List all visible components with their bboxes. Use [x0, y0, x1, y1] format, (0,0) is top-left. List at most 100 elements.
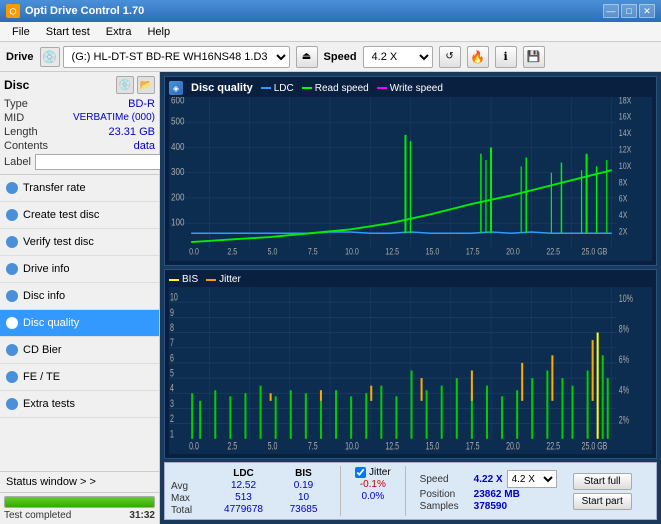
- sidebar-item-cd-bier[interactable]: CD Bier: [0, 337, 159, 364]
- maximize-button[interactable]: □: [621, 4, 637, 18]
- sidebar-item-disc-quality[interactable]: Disc quality: [0, 310, 159, 337]
- status-section: Status window > > Test completed 31:32: [0, 471, 159, 524]
- sidebar-item-disc-info[interactable]: Disc info: [0, 283, 159, 310]
- sidebar-item-create-test-disc[interactable]: Create test disc: [0, 202, 159, 229]
- max-label: Max: [171, 493, 206, 504]
- svg-text:10: 10: [170, 291, 178, 303]
- start-full-button[interactable]: Start full: [573, 473, 632, 490]
- status-window-button[interactable]: Status window > >: [0, 472, 159, 493]
- svg-text:25.0 GB: 25.0 GB: [582, 440, 608, 452]
- nav-items: Transfer rate Create test disc Verify te…: [0, 175, 159, 471]
- svg-text:12X: 12X: [619, 145, 632, 155]
- svg-text:9: 9: [170, 306, 174, 318]
- main-layout: Disc 💿 📂 Type BD-R MID VERBATIMe (000) L…: [0, 72, 661, 524]
- menu-file[interactable]: File: [4, 24, 38, 40]
- sidebar-item-verify-test-disc[interactable]: Verify test disc: [0, 229, 159, 256]
- extra-tests-icon: [6, 398, 18, 410]
- speed-value: 4.22 X: [474, 474, 503, 485]
- svg-text:8X: 8X: [619, 178, 628, 188]
- quality-chart-svg: 600 500 400 300 200 100 18X 16X 14X 12X …: [169, 97, 652, 261]
- disc-info-icon: [6, 290, 18, 302]
- sidebar-item-transfer-rate[interactable]: Transfer rate: [0, 175, 159, 202]
- progress-area: Test completed 31:32: [0, 493, 159, 524]
- stats-ldc-col: LDC 12.52 513 4779678: [216, 468, 271, 515]
- drive-selector[interactable]: (G:) HL-DT-ST BD-RE WH16NS48 1.D3: [63, 46, 290, 68]
- svg-text:6X: 6X: [619, 194, 628, 204]
- stats-divider-1: [340, 466, 341, 516]
- disc-contents-label: Contents: [4, 140, 48, 152]
- cd-bier-icon: [6, 344, 18, 356]
- menu-start-test[interactable]: Start test: [38, 24, 98, 40]
- svg-text:18X: 18X: [619, 97, 632, 106]
- progress-text: Test completed: [4, 510, 71, 521]
- drive-label: Drive: [6, 51, 34, 63]
- start-part-button[interactable]: Start part: [573, 493, 632, 510]
- svg-text:8: 8: [170, 322, 174, 334]
- disc-label-input[interactable]: [35, 154, 169, 170]
- menu-bar: File Start test Extra Help: [0, 22, 661, 42]
- fe-te-icon: [6, 371, 18, 383]
- sidebar: Disc 💿 📂 Type BD-R MID VERBATIMe (000) L…: [0, 72, 160, 524]
- app-title: Opti Drive Control 1.70: [25, 5, 144, 17]
- svg-text:4X: 4X: [619, 210, 628, 220]
- close-button[interactable]: ✕: [639, 4, 655, 18]
- jitter-legend-dot: [206, 279, 216, 281]
- speed-selector[interactable]: 4.2 X: [363, 46, 433, 68]
- disc-quality-icon: [6, 317, 18, 329]
- svg-text:600: 600: [171, 97, 184, 106]
- sidebar-item-extra-tests[interactable]: Extra tests: [0, 391, 159, 418]
- svg-text:12.5: 12.5: [385, 440, 399, 452]
- svg-text:22.5: 22.5: [546, 440, 560, 452]
- svg-text:2: 2: [170, 413, 174, 425]
- svg-text:300: 300: [171, 166, 184, 177]
- burn-button[interactable]: 🔥: [467, 46, 489, 68]
- svg-text:10.0: 10.0: [345, 440, 359, 452]
- speed-dropdown[interactable]: 4.2 X: [507, 470, 557, 488]
- sidebar-item-fe-te[interactable]: FE / TE: [0, 364, 159, 391]
- disc-panel: Disc 💿 📂 Type BD-R MID VERBATIMe (000) L…: [0, 72, 159, 175]
- disc-mid-label: MID: [4, 112, 24, 124]
- progress-time: 31:32: [129, 510, 155, 521]
- refresh-button[interactable]: ↺: [439, 46, 461, 68]
- jitter-checkbox[interactable]: [355, 467, 366, 478]
- disc-open-btn[interactable]: 📂: [137, 76, 155, 94]
- app-icon: ⬡: [6, 4, 20, 18]
- fe-te-label: FE / TE: [23, 371, 60, 383]
- svg-text:3: 3: [170, 398, 174, 410]
- ldc-legend-label: LDC: [274, 83, 294, 94]
- disc-contents-value: data: [134, 140, 155, 152]
- eject-button[interactable]: ⏏: [296, 46, 318, 68]
- speed-label: Speed: [324, 51, 357, 63]
- disc-section-title: Disc: [4, 78, 29, 92]
- svg-text:20.0: 20.0: [506, 440, 520, 452]
- save-button[interactable]: 💾: [523, 46, 545, 68]
- content-area: ◈ Disc quality LDC Read speed Write spee…: [160, 72, 661, 524]
- menu-help[interactable]: Help: [139, 24, 178, 40]
- minimize-button[interactable]: —: [603, 4, 619, 18]
- svg-text:2%: 2%: [619, 414, 629, 426]
- total-label: Total: [171, 505, 206, 516]
- chart-panel-icon: ◈: [169, 81, 183, 95]
- verify-test-disc-icon: [6, 236, 18, 248]
- svg-text:8%: 8%: [619, 323, 629, 335]
- info-button[interactable]: ℹ: [495, 46, 517, 68]
- stats-row-labels: Avg Max Total: [171, 466, 206, 516]
- samples-label: Samples: [420, 501, 470, 512]
- sidebar-item-drive-info[interactable]: Drive info: [0, 256, 159, 283]
- svg-text:5.0: 5.0: [268, 247, 278, 257]
- stats-bis-col: BIS 0.19 10 73685: [281, 468, 326, 515]
- jitter-legend-label: Jitter: [219, 274, 241, 285]
- svg-text:400: 400: [171, 141, 184, 152]
- avg-label: Avg: [171, 481, 206, 492]
- menu-extra[interactable]: Extra: [98, 24, 140, 40]
- progress-bar-inner: [5, 497, 154, 507]
- svg-text:5: 5: [170, 367, 174, 379]
- progress-bar-outer: [4, 496, 155, 508]
- speed-position-section: Speed 4.22 X 4.2 X Position 23862 MB Sam…: [420, 470, 557, 512]
- avg-ldc: 12.52: [216, 480, 271, 491]
- disc-icon-btn[interactable]: 💿: [116, 76, 134, 94]
- svg-text:6%: 6%: [619, 353, 629, 365]
- svg-text:2.5: 2.5: [227, 247, 237, 257]
- disc-mid-value: VERBATIMe (000): [73, 112, 155, 124]
- quality-chart-container: 600 500 400 300 200 100 18X 16X 14X 12X …: [169, 97, 652, 261]
